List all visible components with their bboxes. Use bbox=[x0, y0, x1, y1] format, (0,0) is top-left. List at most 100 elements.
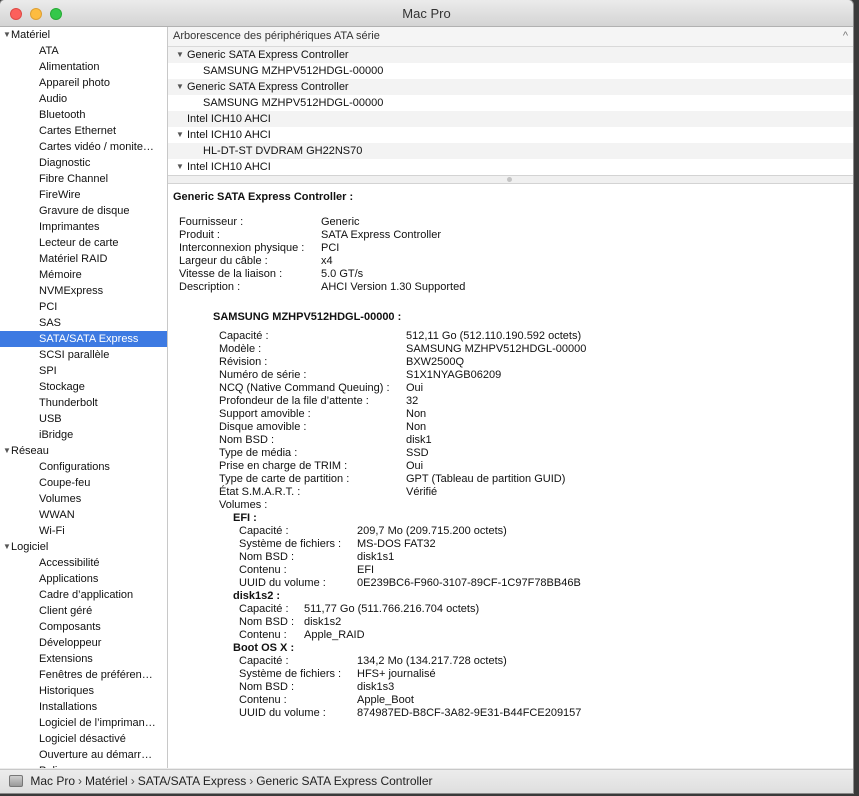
info-key: Capacité : bbox=[239, 525, 289, 537]
sidebar-item[interactable]: Wi-Fi bbox=[0, 523, 167, 539]
sidebar-item[interactable]: Fibre Channel bbox=[0, 171, 167, 187]
sidebar-item[interactable]: Cartes vidéo / monite… bbox=[0, 139, 167, 155]
sidebar-item[interactable]: SCSI parallèle bbox=[0, 347, 167, 363]
sidebar-item[interactable]: WWAN bbox=[0, 507, 167, 523]
sidebar-item[interactable]: Matériel RAID bbox=[0, 251, 167, 267]
info-row: Volumes : bbox=[168, 499, 853, 512]
sidebar-category-label: Logiciel bbox=[11, 541, 49, 553]
sidebar[interactable]: ▼ Matériel ATA Alimentation Appareil photo Au… bbox=[0, 27, 168, 768]
tree-row[interactable]: ▼ Generic SATA Express Controller bbox=[168, 79, 853, 95]
info-row: Nom BSD : disk1s3 bbox=[168, 681, 853, 694]
sort-chevron-icon[interactable]: ^ bbox=[843, 27, 848, 46]
path-crumb[interactable]: Mac Pro bbox=[30, 774, 75, 788]
tree-row[interactable]: ▼ Intel ICH10 AHCI bbox=[168, 159, 853, 175]
info-key: Capacité : bbox=[239, 655, 289, 667]
info-key: Capacité : bbox=[219, 330, 269, 342]
sidebar-item[interactable]: Diagnostic bbox=[0, 155, 167, 171]
sidebar-item[interactable]: Extensions bbox=[0, 651, 167, 667]
sidebar-item[interactable]: NVMExpress bbox=[0, 283, 167, 299]
sidebar-item[interactable]: Client géré bbox=[0, 603, 167, 619]
path-separator: › bbox=[78, 774, 83, 788]
info-key: Type de média : bbox=[219, 447, 298, 459]
sidebar-item[interactable]: Volumes bbox=[0, 491, 167, 507]
sidebar-item[interactable]: SATA/SATA Express bbox=[0, 331, 167, 347]
sidebar-item[interactable]: PCI bbox=[0, 299, 167, 315]
sidebar-category-hardware[interactable]: ▼ Matériel bbox=[0, 27, 167, 43]
tree-row[interactable]: ▼ Generic SATA Express Controller bbox=[168, 47, 853, 63]
sidebar-item[interactable]: Logiciel de l’impriman… bbox=[0, 715, 167, 731]
sidebar-item[interactable]: Logiciel désactivé bbox=[0, 731, 167, 747]
info-row: Type de carte de partition : GPT (Tableau… bbox=[168, 473, 853, 486]
disclosure-triangle-icon[interactable]: ▼ bbox=[3, 27, 11, 43]
info-key: NCQ (Native Command Queuing) : bbox=[219, 382, 390, 394]
divider-handle-icon[interactable] bbox=[507, 177, 512, 182]
tree-row[interactable]: SAMSUNG MZHPV512HDGL-00000 bbox=[168, 63, 853, 79]
tree-row[interactable]: SAMSUNG MZHPV512HDGL-00000 bbox=[168, 95, 853, 111]
sidebar-item[interactable]: Thunderbolt bbox=[0, 395, 167, 411]
disclosure-triangle-icon[interactable]: ▼ bbox=[176, 127, 184, 143]
sidebar-item[interactable]: Polices bbox=[0, 763, 167, 768]
sidebar-item[interactable]: Lecteur de carte bbox=[0, 235, 167, 251]
disclosure-triangle-icon[interactable]: ▼ bbox=[176, 79, 184, 95]
info-key: Système de fichiers : bbox=[239, 668, 342, 680]
sidebar-item[interactable]: Gravure de disque bbox=[0, 203, 167, 219]
device-tree-header[interactable]: Arborescence des périphériques ATA série… bbox=[168, 27, 853, 47]
device-tree[interactable]: ▼ Generic SATA Express Controller SAMSUNG … bbox=[168, 47, 853, 175]
disclosure-triangle-icon[interactable]: ▼ bbox=[3, 443, 11, 459]
info-value: Vérifié bbox=[406, 486, 438, 498]
sidebar-item[interactable]: Ouverture au démarr… bbox=[0, 747, 167, 763]
sidebar-item[interactable]: ATA bbox=[0, 43, 167, 59]
sidebar-item[interactable]: Stockage bbox=[0, 379, 167, 395]
sidebar-item[interactable]: Composants bbox=[0, 619, 167, 635]
path-crumb[interactable]: Matériel bbox=[85, 774, 128, 788]
info-value: MS-DOS FAT32 bbox=[357, 538, 436, 550]
sidebar-item[interactable]: Cadre d’application bbox=[0, 587, 167, 603]
sidebar-item[interactable]: iBridge bbox=[0, 427, 167, 443]
split-view-divider[interactable] bbox=[168, 175, 853, 184]
info-value: Apple_RAID bbox=[304, 629, 365, 641]
sidebar-category-software[interactable]: ▼ Logiciel bbox=[0, 539, 167, 555]
info-value: Non bbox=[406, 408, 427, 420]
path-crumb[interactable]: Generic SATA Express Controller bbox=[256, 774, 432, 788]
info-key: Prise en charge de TRIM : bbox=[219, 460, 348, 472]
sidebar-item[interactable]: Installations bbox=[0, 699, 167, 715]
disclosure-triangle-icon[interactable]: ▼ bbox=[176, 159, 184, 175]
sidebar-item[interactable]: SAS bbox=[0, 315, 167, 331]
sidebar-item[interactable]: Historiques bbox=[0, 683, 167, 699]
sidebar-category-network[interactable]: ▼ Réseau bbox=[0, 443, 167, 459]
info-key: Interconnexion physique : bbox=[179, 242, 305, 254]
sidebar-category-label: Matériel bbox=[11, 29, 51, 41]
info-key: Contenu : bbox=[239, 694, 287, 706]
tree-row[interactable]: Intel ICH10 AHCI bbox=[168, 111, 853, 127]
disclosure-triangle-icon[interactable]: ▼ bbox=[3, 539, 11, 555]
sidebar-item[interactable]: SPI bbox=[0, 363, 167, 379]
sidebar-item[interactable]: Alimentation bbox=[0, 59, 167, 75]
tree-row[interactable]: ▼ Intel ICH10 AHCI bbox=[168, 127, 853, 143]
info-value: Oui bbox=[406, 382, 424, 394]
sidebar-item[interactable]: Cartes Ethernet bbox=[0, 123, 167, 139]
info-row: NCQ (Native Command Queuing) : Oui bbox=[168, 382, 853, 395]
sidebar-item[interactable]: Appareil photo bbox=[0, 75, 167, 91]
sidebar-item[interactable]: Configurations bbox=[0, 459, 167, 475]
sidebar-item[interactable]: Fenêtres de préféren… bbox=[0, 667, 167, 683]
sidebar-item[interactable]: USB bbox=[0, 411, 167, 427]
info-key: Volumes : bbox=[219, 499, 268, 511]
sidebar-item[interactable]: Développeur bbox=[0, 635, 167, 651]
sidebar-item[interactable]: Accessibilité bbox=[0, 555, 167, 571]
info-value: disk1s3 bbox=[357, 681, 395, 693]
path-crumb[interactable]: SATA/SATA Express bbox=[138, 774, 246, 788]
sidebar-item[interactable]: Imprimantes bbox=[0, 219, 167, 235]
sidebar-item[interactable]: Coupe-feu bbox=[0, 475, 167, 491]
sidebar-item[interactable]: Audio bbox=[0, 91, 167, 107]
disclosure-triangle-icon[interactable]: ▼ bbox=[176, 47, 184, 63]
tree-row[interactable]: HL-DT-ST DVDRAM GH22NS70 bbox=[168, 143, 853, 159]
sidebar-item[interactable]: Mémoire bbox=[0, 267, 167, 283]
info-row: Contenu : EFI bbox=[168, 564, 853, 577]
sidebar-item[interactable]: Applications bbox=[0, 571, 167, 587]
info-row: Largeur du câble : x4 bbox=[168, 255, 853, 268]
info-key: UUID du volume : bbox=[239, 707, 326, 719]
info-key: Support amovible : bbox=[219, 408, 311, 420]
info-row: Système de fichiers : HFS+ journalisé bbox=[168, 668, 853, 681]
sidebar-item[interactable]: FireWire bbox=[0, 187, 167, 203]
sidebar-item[interactable]: Bluetooth bbox=[0, 107, 167, 123]
